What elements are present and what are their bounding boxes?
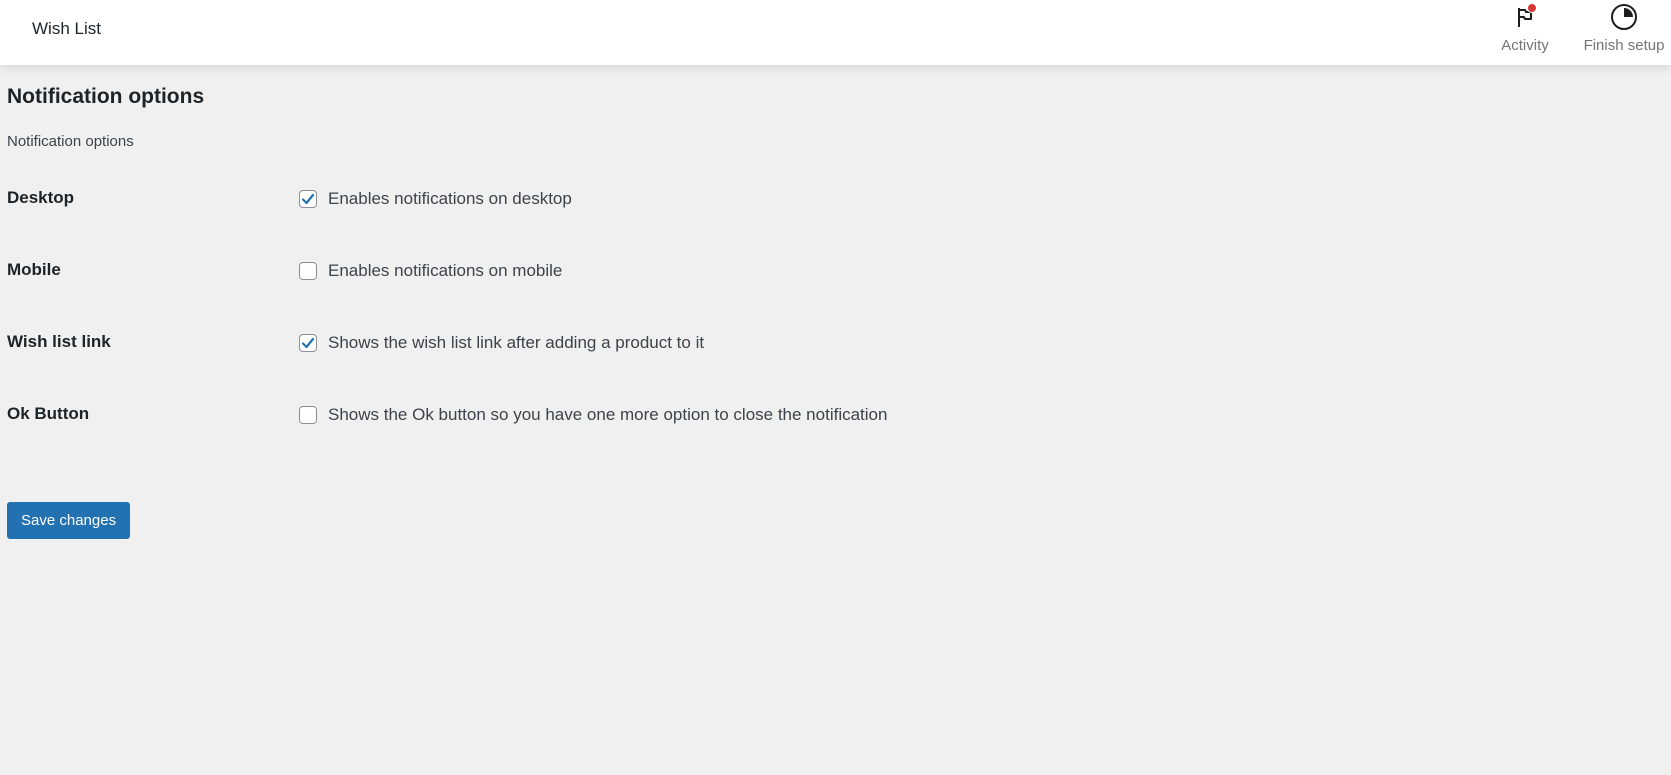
ok-button-checkbox[interactable] [299,406,317,424]
mobile-checkbox[interactable] [299,262,317,280]
top-bar: Wish List Activity Finish setup [0,0,1671,65]
option-label: Ok Button [7,404,90,423]
notification-dot [1527,3,1537,13]
save-changes-button[interactable]: Save changes [7,502,131,539]
desktop-checkbox[interactable] [299,190,317,208]
option-row-mobile: Mobile Enables notifications on mobile [7,257,1207,285]
option-row-wish-list-link: Wish list link Shows the wish list link … [7,329,1207,357]
option-row-desktop: Desktop Enables notifications on desktop [7,185,1207,213]
desktop-notifications-toggle[interactable]: Enables notifications on desktop [299,185,572,213]
checkmark-icon [301,193,315,205]
wish-list-link-checkbox[interactable] [299,334,317,352]
progress-circle-icon [1609,2,1639,32]
ok-button-toggle[interactable]: Shows the Ok button so you have one more… [299,401,887,429]
flag-icon [1510,2,1540,32]
activity-label: Activity [1501,37,1549,54]
app-title: Wish List [32,19,101,38]
finish-setup-label: Finish setup [1583,37,1665,54]
wish-list-link-toggle[interactable]: Shows the wish list link after adding a … [299,329,704,357]
option-label: Desktop [7,188,75,207]
page-title: Notification options [7,85,205,108]
option-description: Enables notifications on desktop [328,189,572,208]
option-description: Shows the wish list link after adding a … [328,333,705,352]
option-description: Shows the Ok button so you have one more… [328,405,888,424]
option-row-ok-button: Ok Button Shows the Ok button so you hav… [7,401,1207,429]
finish-setup-button[interactable]: Finish setup [1580,0,1668,65]
option-label: Wish list link [7,332,111,351]
mobile-notifications-toggle[interactable]: Enables notifications on mobile [299,257,562,285]
page-description: Notification options [7,133,134,150]
option-description: Enables notifications on mobile [328,261,563,280]
checkmark-icon [301,337,315,349]
option-label: Mobile [7,260,61,279]
activity-button[interactable]: Activity [1494,0,1556,65]
